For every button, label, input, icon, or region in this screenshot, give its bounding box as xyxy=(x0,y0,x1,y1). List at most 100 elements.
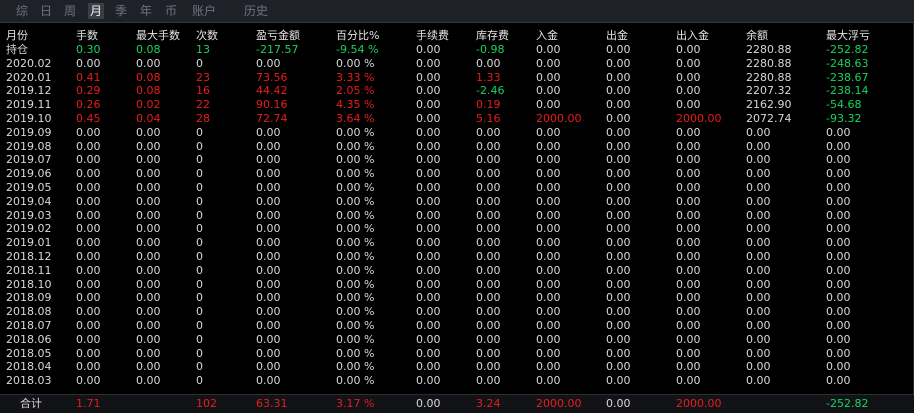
table-row[interactable]: 2019.12 0.29 0.08 16 44.42 2.05 % 0.00 -2.46 0.0… xyxy=(0,84,914,98)
cell-deposit: 0.00 xyxy=(536,194,561,208)
table-row[interactable]: 2018.05 0.00 0.00 0 0.00 0.00 % 0.00 0.00 0.00 0.… xyxy=(0,347,914,361)
cell-month: 2018.04 xyxy=(6,360,52,374)
table-row[interactable]: 2019.03 0.00 0.00 0 0.00 0.00 % 0.00 0.00 0.00 0.… xyxy=(0,209,914,223)
cell-lots: 0.00 xyxy=(76,167,101,181)
header-balance[interactable]: 余额 xyxy=(746,29,768,43)
cell-pnl: 0.00 xyxy=(256,153,281,167)
header-percent[interactable]: 百分比% xyxy=(336,29,379,43)
table-row[interactable]: 2019.01 0.00 0.00 0 0.00 0.00 % 0.00 0.00 0.00 0.… xyxy=(0,236,914,250)
cell-percent: 0.00 % xyxy=(336,374,375,388)
table-row[interactable]: 2018.09 0.00 0.00 0 0.00 0.00 % 0.00 0.00 0.00 0.… xyxy=(0,291,914,305)
cell-lots: 0.00 xyxy=(76,305,101,319)
cell-net-flow: 0.00 xyxy=(676,153,701,167)
tab-8[interactable]: 历史 xyxy=(243,3,269,19)
cell-count: 0 xyxy=(196,360,203,374)
cell-lots: 0.00 xyxy=(76,360,101,374)
cell-commission: 0.00 xyxy=(416,167,441,181)
tab-5[interactable]: 年 xyxy=(140,3,152,19)
table-row[interactable]: 2018.04 0.00 0.00 0 0.00 0.00 % 0.00 0.00 0.00 0.… xyxy=(0,360,914,374)
cell-net-flow: 0.00 xyxy=(676,181,701,194)
table-row[interactable]: 2018.03 0.00 0.00 0 0.00 0.00 % 0.00 0.00 0.00 0.… xyxy=(0,374,914,388)
cell-pnl: 0.00 xyxy=(256,374,281,388)
cell-month: 2019.07 xyxy=(6,153,52,167)
cell-max-drawdown: -252.82 xyxy=(826,43,869,56)
cell-balance: 0.00 xyxy=(746,222,771,236)
cell-lots: 0.00 xyxy=(76,319,101,332)
table-row[interactable]: 2019.04 0.00 0.00 0 0.00 0.00 % 0.00 0.00 0.00 0.… xyxy=(0,195,914,209)
header-net-flow[interactable]: 出入金 xyxy=(676,29,709,43)
cell-month: 2018.08 xyxy=(6,305,52,319)
cell-swap: 0.00 xyxy=(476,56,501,70)
cell-net-flow: 0.00 xyxy=(676,277,701,291)
tab-1[interactable]: 日 xyxy=(40,3,52,19)
cell-deposit: 0.00 xyxy=(536,360,561,374)
table-row[interactable]: 2019.06 0.00 0.00 0 0.00 0.00 % 0.00 0.00 0.00 0.… xyxy=(0,167,914,181)
tab-0[interactable]: 综 xyxy=(16,3,28,19)
cell-swap: 0.00 xyxy=(476,167,501,181)
header-lots[interactable]: 手数 xyxy=(76,29,98,43)
cell-swap: 1.33 xyxy=(476,70,501,84)
cell-max-drawdown: 0.00 xyxy=(826,181,851,194)
cell-balance: 0.00 xyxy=(746,360,771,374)
tab-7[interactable]: 账户 xyxy=(191,3,217,19)
table-row[interactable]: 持仓 0.30 0.08 13 -217.57 -9.54 % 0.00 -0.98 0.00 0… xyxy=(0,43,914,57)
header-deposit[interactable]: 入金 xyxy=(536,29,558,43)
cell-deposit: 0.00 xyxy=(536,319,561,332)
header-month[interactable]: 月份 xyxy=(6,29,28,43)
table-row[interactable]: 2019.10 0.45 0.04 28 72.74 3.64 % 0.00 5.16 2000… xyxy=(0,112,914,126)
cell-max-drawdown: 0.00 xyxy=(826,263,851,277)
cell-lots: 0.00 xyxy=(76,125,101,139)
table-row[interactable]: 2019.05 0.00 0.00 0 0.00 0.00 % 0.00 0.00 0.00 0.… xyxy=(0,181,914,195)
cell-count: 0 xyxy=(196,181,203,194)
cell-net-flow: 0.00 xyxy=(676,56,701,70)
tab-4[interactable]: 季 xyxy=(115,3,127,19)
cell-pnl: 0.00 xyxy=(256,360,281,374)
cell-max-drawdown: 0.00 xyxy=(826,194,851,208)
header-max-lots[interactable]: 最大手数 xyxy=(136,29,180,43)
table-row[interactable]: 2020.01 0.41 0.08 23 73.56 3.33 % 0.00 1.33 0.00… xyxy=(0,71,914,85)
cell-withdrawal: 0.00 xyxy=(606,56,631,70)
cell-count: 0 xyxy=(196,346,203,360)
table-row[interactable]: 2020.02 0.00 0.00 0 0.00 0.00 % 0.00 0.00 0.00 0.… xyxy=(0,57,914,71)
table-row[interactable]: 2019.07 0.00 0.00 0 0.00 0.00 % 0.00 0.00 0.00 0.… xyxy=(0,153,914,167)
cell-percent: 0.00 % xyxy=(336,291,375,305)
header-commission[interactable]: 手续费 xyxy=(416,29,449,43)
table-row[interactable]: 2019.11 0.26 0.02 22 90.16 4.35 % 0.00 0.19 0.00… xyxy=(0,98,914,112)
header-count[interactable]: 次数 xyxy=(196,29,218,43)
cell-month: 2019.09 xyxy=(6,125,52,139)
table-row[interactable]: 2018.10 0.00 0.00 0 0.00 0.00 % 0.00 0.00 0.00 0.… xyxy=(0,278,914,292)
table-row[interactable]: 2019.09 0.00 0.00 0 0.00 0.00 % 0.00 0.00 0.00 0.… xyxy=(0,126,914,140)
table-row[interactable]: 2018.08 0.00 0.00 0 0.00 0.00 % 0.00 0.00 0.00 0.… xyxy=(0,305,914,319)
header-pnl[interactable]: 盈亏金额 xyxy=(256,29,300,43)
header-withdrawal[interactable]: 出金 xyxy=(606,29,628,43)
cell-balance: 0.00 xyxy=(746,346,771,360)
cell-pnl: 0.00 xyxy=(256,167,281,181)
cell-deposit: 0.00 xyxy=(536,222,561,236)
tab-2[interactable]: 周 xyxy=(64,3,76,19)
total-lots: 1.71 xyxy=(76,397,101,410)
cell-withdrawal: 0.00 xyxy=(606,305,631,319)
tab-3[interactable]: 月 xyxy=(88,3,104,19)
tab-6[interactable]: 币 xyxy=(165,3,177,19)
table-row[interactable]: 2018.12 0.00 0.00 0 0.00 0.00 % 0.00 0.00 0.00 0.… xyxy=(0,250,914,264)
cell-pnl: 0.00 xyxy=(256,139,281,153)
table-row[interactable]: 2018.07 0.00 0.00 0 0.00 0.00 % 0.00 0.00 0.00 0.… xyxy=(0,319,914,333)
cell-max-lots: 0.00 xyxy=(136,125,161,139)
cell-percent: 3.64 % xyxy=(336,112,375,125)
cell-commission: 0.00 xyxy=(416,194,441,208)
cell-withdrawal: 0.00 xyxy=(606,222,631,236)
cell-max-lots: 0.08 xyxy=(136,43,161,56)
cell-swap: 0.00 xyxy=(476,194,501,208)
header-max-drawdown[interactable]: 最大浮亏 xyxy=(826,29,870,43)
table-row[interactable]: 2019.08 0.00 0.00 0 0.00 0.00 % 0.00 0.00 0.00 0.… xyxy=(0,140,914,154)
cell-commission: 0.00 xyxy=(416,374,441,388)
table-row[interactable]: 2018.11 0.00 0.00 0 0.00 0.00 % 0.00 0.00 0.00 0.… xyxy=(0,264,914,278)
header-swap[interactable]: 库存费 xyxy=(476,29,509,43)
total-label: 合计 xyxy=(20,397,42,410)
cell-max-lots: 0.00 xyxy=(136,263,161,277)
table-row[interactable]: 2019.02 0.00 0.00 0 0.00 0.00 % 0.00 0.00 0.00 0.… xyxy=(0,222,914,236)
table-row[interactable]: 2018.06 0.00 0.00 0 0.00 0.00 % 0.00 0.00 0.00 0.… xyxy=(0,333,914,347)
cell-balance: 0.00 xyxy=(746,291,771,305)
cell-balance: 0.00 xyxy=(746,125,771,139)
cell-count: 0 xyxy=(196,222,203,236)
